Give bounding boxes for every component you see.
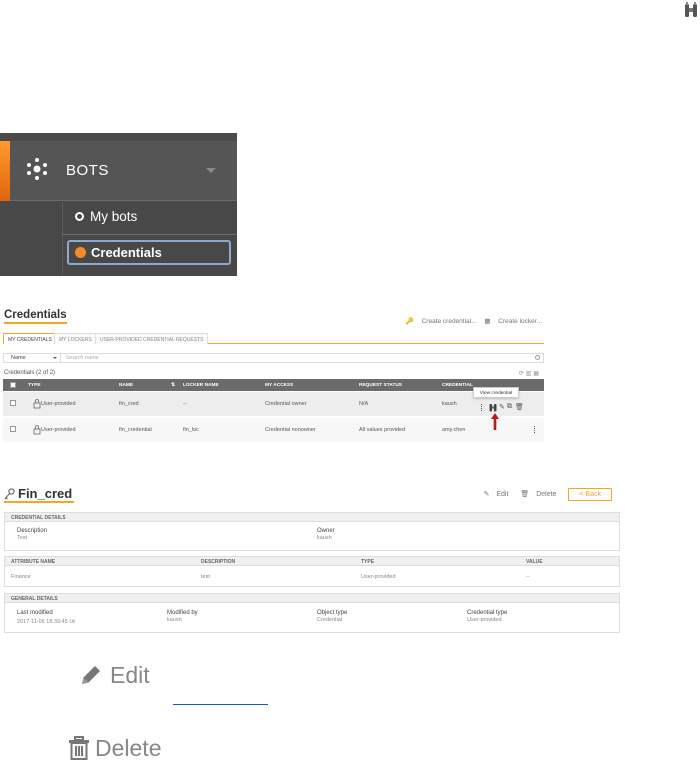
column-header-status[interactable]: REQUEST STATUS — [359, 383, 402, 388]
results-count: Credentials (2 of 2) — [4, 370, 56, 376]
detail-title: Fin_cred — [4, 486, 75, 503]
detail-actions: ✎ Edit 🗑 Delete < Back — [484, 488, 617, 501]
link-underline — [173, 704, 268, 705]
credential-detail-panel: Fin_cred ✎ Edit 🗑 Delete < Back CREDENTI… — [4, 486, 621, 636]
trash-icon: 🗑 — [520, 491, 530, 498]
credentials-list-panel: Credentials 🔑 Create credential... ▦ Cre… — [3, 309, 544, 446]
row-menu-icon[interactable] — [534, 426, 536, 433]
tooltip: View credential — [473, 387, 519, 398]
tab-my-lockers[interactable]: MY LOCKERS — [54, 333, 97, 344]
credential-details-section: CREDENTIAL DETAILS Description Test Owne… — [4, 512, 620, 551]
column-header-access[interactable]: MY ACCESS — [265, 383, 293, 388]
column-resize-icon[interactable]: ⇅ — [171, 383, 175, 388]
copy-icon[interactable]: ⧉ — [507, 403, 512, 411]
key-icon — [4, 488, 15, 500]
annotation-arrow — [491, 413, 499, 430]
tab-my-credentials[interactable]: MY CREDENTIALS — [3, 333, 57, 344]
edit-button-large[interactable]: Edit — [78, 660, 168, 690]
create-locker-link[interactable]: ▦ Create locker... — [484, 318, 542, 325]
tab-bar: MY CREDENTIALS MY LOCKERS USER-PROVIDED … — [3, 333, 544, 344]
grid-icon[interactable]: ▦ — [533, 371, 541, 377]
general-details-section: GENERAL DETAILS Last modified 2017-11-06… — [4, 593, 620, 633]
page-title: Credentials — [4, 309, 67, 324]
pencil-icon: ✎ — [483, 491, 490, 498]
table-header: TYPE NAME ⇅ LOCKER NAME MY ACCESS REQUES… — [3, 379, 544, 391]
column-header-owner[interactable]: CREDENTIAL — [442, 383, 473, 388]
pencil-icon[interactable]: ✎ — [499, 403, 505, 411]
sidebar-item-credentials[interactable]: Credentials — [67, 240, 231, 265]
search-input[interactable]: Search name — [66, 355, 99, 361]
sidebar-section-label: BOTS — [66, 162, 109, 179]
binoculars-icon[interactable] — [684, 2, 698, 18]
table-row[interactable]: User-provided fin_credential fin_loc Cre… — [3, 418, 544, 442]
sidebar-nav: BOTS My bots Credentials — [0, 133, 237, 276]
sidebar-item-bots[interactable]: BOTS — [0, 141, 237, 201]
search-icon[interactable] — [535, 355, 540, 360]
back-button[interactable]: < Back — [568, 488, 612, 501]
row-action-icons: ✎ ⧉ 🗑 — [481, 403, 531, 413]
search-field-select[interactable]: Name — [4, 354, 61, 362]
trash-icon — [69, 736, 89, 760]
select-all-checkbox[interactable] — [10, 382, 16, 388]
binoculars-icon[interactable] — [489, 403, 497, 412]
page-actions: 🔑 Create credential... ▦ Create locker..… — [400, 317, 542, 325]
chevron-down-icon — [53, 357, 57, 359]
attributes-table: ATTRIBUTE NAME DESCRIPTION TYPE VALUE Fi… — [4, 556, 620, 587]
column-header-name[interactable]: NAME — [119, 383, 133, 388]
sidebar-item-my-bots[interactable]: My bots — [75, 209, 137, 224]
bots-icon — [27, 158, 47, 180]
row-menu-icon[interactable] — [481, 404, 483, 411]
row-checkbox[interactable] — [10, 400, 16, 406]
row-checkbox[interactable] — [10, 426, 16, 432]
delete-button-large[interactable]: Delete — [68, 735, 188, 765]
create-credential-link[interactable]: 🔑 Create credential... — [406, 318, 477, 325]
pencil-icon — [82, 666, 100, 684]
column-header-locker[interactable]: LOCKER NAME — [183, 383, 219, 388]
refresh-icon[interactable]: ⟳ — [519, 371, 526, 377]
delete-button[interactable]: 🗑 Delete — [520, 491, 561, 498]
radio-ring-icon — [75, 212, 84, 221]
edit-button[interactable]: ✎ Edit — [484, 491, 514, 498]
active-section-indicator — [0, 141, 10, 201]
table-row[interactable]: User-provided fin_cred -- Credential own… — [3, 392, 544, 416]
table-tools: ⟳▥▦ — [519, 370, 541, 377]
chevron-down-icon[interactable] — [206, 168, 216, 173]
tab-user-provided-requests[interactable]: USER-PROVIDED CREDENTIAL REQUESTS — [95, 333, 209, 344]
active-dot-icon — [75, 247, 86, 258]
column-header-type[interactable]: TYPE — [28, 383, 41, 388]
search-bar: Name Search name — [3, 353, 544, 363]
trash-icon[interactable]: 🗑 — [515, 403, 524, 411]
